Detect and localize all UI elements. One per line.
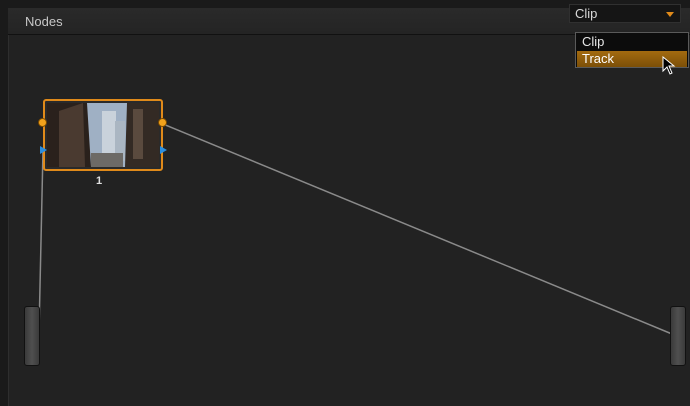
node-connections <box>38 123 673 335</box>
output-handle[interactable] <box>670 306 686 366</box>
pointer-cursor-icon <box>662 56 676 75</box>
input-wire <box>38 149 44 333</box>
node-output-arrow-icon[interactable] <box>160 146 167 154</box>
node-number-label: 1 <box>96 175 103 187</box>
node-output-dot[interactable] <box>158 118 167 127</box>
node-1[interactable] <box>43 99 163 171</box>
source-input-handle[interactable] <box>24 306 40 366</box>
node-thumbnail <box>47 103 159 167</box>
node-input-arrow-icon[interactable] <box>40 146 47 154</box>
node-input-dot[interactable] <box>38 118 47 127</box>
output-wire <box>162 123 673 335</box>
